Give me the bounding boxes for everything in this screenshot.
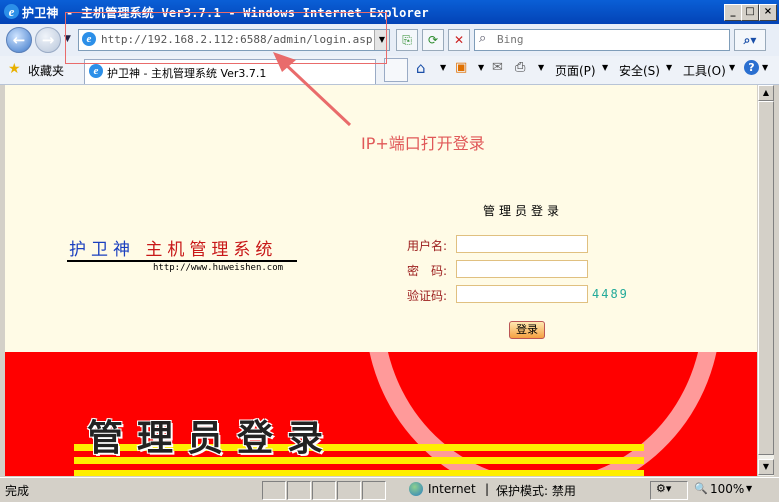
annotation-highlight-box [65,12,387,64]
tab-title: 护卫神 - 主机管理系统 Ver3.7.1 [107,67,267,80]
search-box[interactable]: ⌕ [474,29,730,51]
separator: | [485,482,490,496]
print-icon[interactable]: ⎙ [515,60,525,75]
stop-icon[interactable]: ✕ [448,29,470,51]
minimize-button[interactable]: _ [724,4,742,21]
captcha-image[interactable]: 4489 [592,287,629,301]
new-tab-button[interactable] [384,58,408,82]
tab-page-icon: e [89,64,103,78]
search-provider-icon: ⌕ [479,31,487,46]
security-icon[interactable]: ⚙▾ [656,482,671,495]
zoom-level[interactable]: 100% [710,482,744,496]
status-segment [362,481,386,500]
zoom-dropdown-icon[interactable]: ▼ [746,484,752,493]
scroll-down-icon[interactable]: ▼ [758,459,774,475]
help-icon[interactable]: ? [744,60,759,75]
help-dropdown-icon[interactable]: ▼ [762,63,768,72]
logo-brand: 护卫神 [69,240,135,260]
page-menu[interactable]: 页面(P) [555,62,596,79]
status-bar: 完成 Internet | 保护模式: 禁用 ⚙▾ 🔍 100% ▼ [0,477,779,502]
page-menu-dropdown-icon[interactable]: ▼ [602,63,608,72]
tools-menu-dropdown-icon[interactable]: ▼ [729,63,735,72]
print-dropdown-icon[interactable]: ▼ [538,63,544,72]
logo-url: http://www.huweishen.com [153,263,284,273]
forward-button[interactable]: → [35,27,61,53]
refresh-icon[interactable]: ⟳ [422,29,444,51]
login-button[interactable]: 登录 [509,321,545,339]
favorites-label[interactable]: 收藏夹 [28,62,64,79]
protected-mode-label[interactable]: 保护模式: 禁用 [496,482,576,499]
vertical-scrollbar[interactable]: ▲ ▼ [758,85,774,476]
scroll-thumb[interactable] [758,101,774,455]
banner-stripe [74,470,644,476]
search-input[interactable] [497,33,717,46]
status-segment [262,481,286,500]
home-dropdown-icon[interactable]: ▼ [440,63,446,72]
mail-icon[interactable]: ✉ [492,60,503,75]
feeds-dropdown-icon[interactable]: ▼ [478,63,484,72]
internet-zone-icon [409,482,423,496]
login-title: 管理员登录 [483,204,564,218]
safety-menu[interactable]: 安全(S) [619,62,660,79]
logo-underline [67,260,297,262]
annotation-text: IP+端口打开登录 [361,134,485,153]
status-segment [287,481,311,500]
zoom-icon[interactable]: 🔍 [694,482,708,495]
zone-label: Internet [428,482,476,496]
username-input[interactable] [456,235,588,253]
scroll-up-icon[interactable]: ▲ [758,85,774,101]
status-segment [312,481,336,500]
username-label: 用户名: [407,239,448,253]
site-logo: 护卫神 主机管理系统 [69,235,277,260]
password-input[interactable] [456,260,588,278]
banner-title: 管理员登录 [87,417,338,459]
favorites-star-icon[interactable]: ★ [8,61,21,77]
status-segment [337,481,361,500]
tools-menu[interactable]: 工具(O) [683,62,726,79]
safety-menu-dropdown-icon[interactable]: ▼ [666,63,672,72]
password-label: 密 码: [407,264,448,278]
login-banner: 管理员登录 [5,352,757,476]
captcha-input[interactable] [456,285,588,303]
home-icon[interactable]: ⌂ [416,59,426,77]
back-button[interactable]: ← [6,27,32,53]
search-button[interactable]: ⌕▾ [734,29,766,51]
status-text: 完成 [5,484,30,498]
captcha-label: 验证码: [407,289,448,303]
maximize-button[interactable]: □ [741,4,759,21]
feeds-icon[interactable]: ▣ [455,60,467,75]
ie-logo-icon: e [4,4,19,19]
close-button[interactable]: × [759,4,777,21]
logo-system-name: 主机管理系统 [145,240,278,260]
compatibility-view-icon[interactable]: ⎘ [396,29,418,51]
